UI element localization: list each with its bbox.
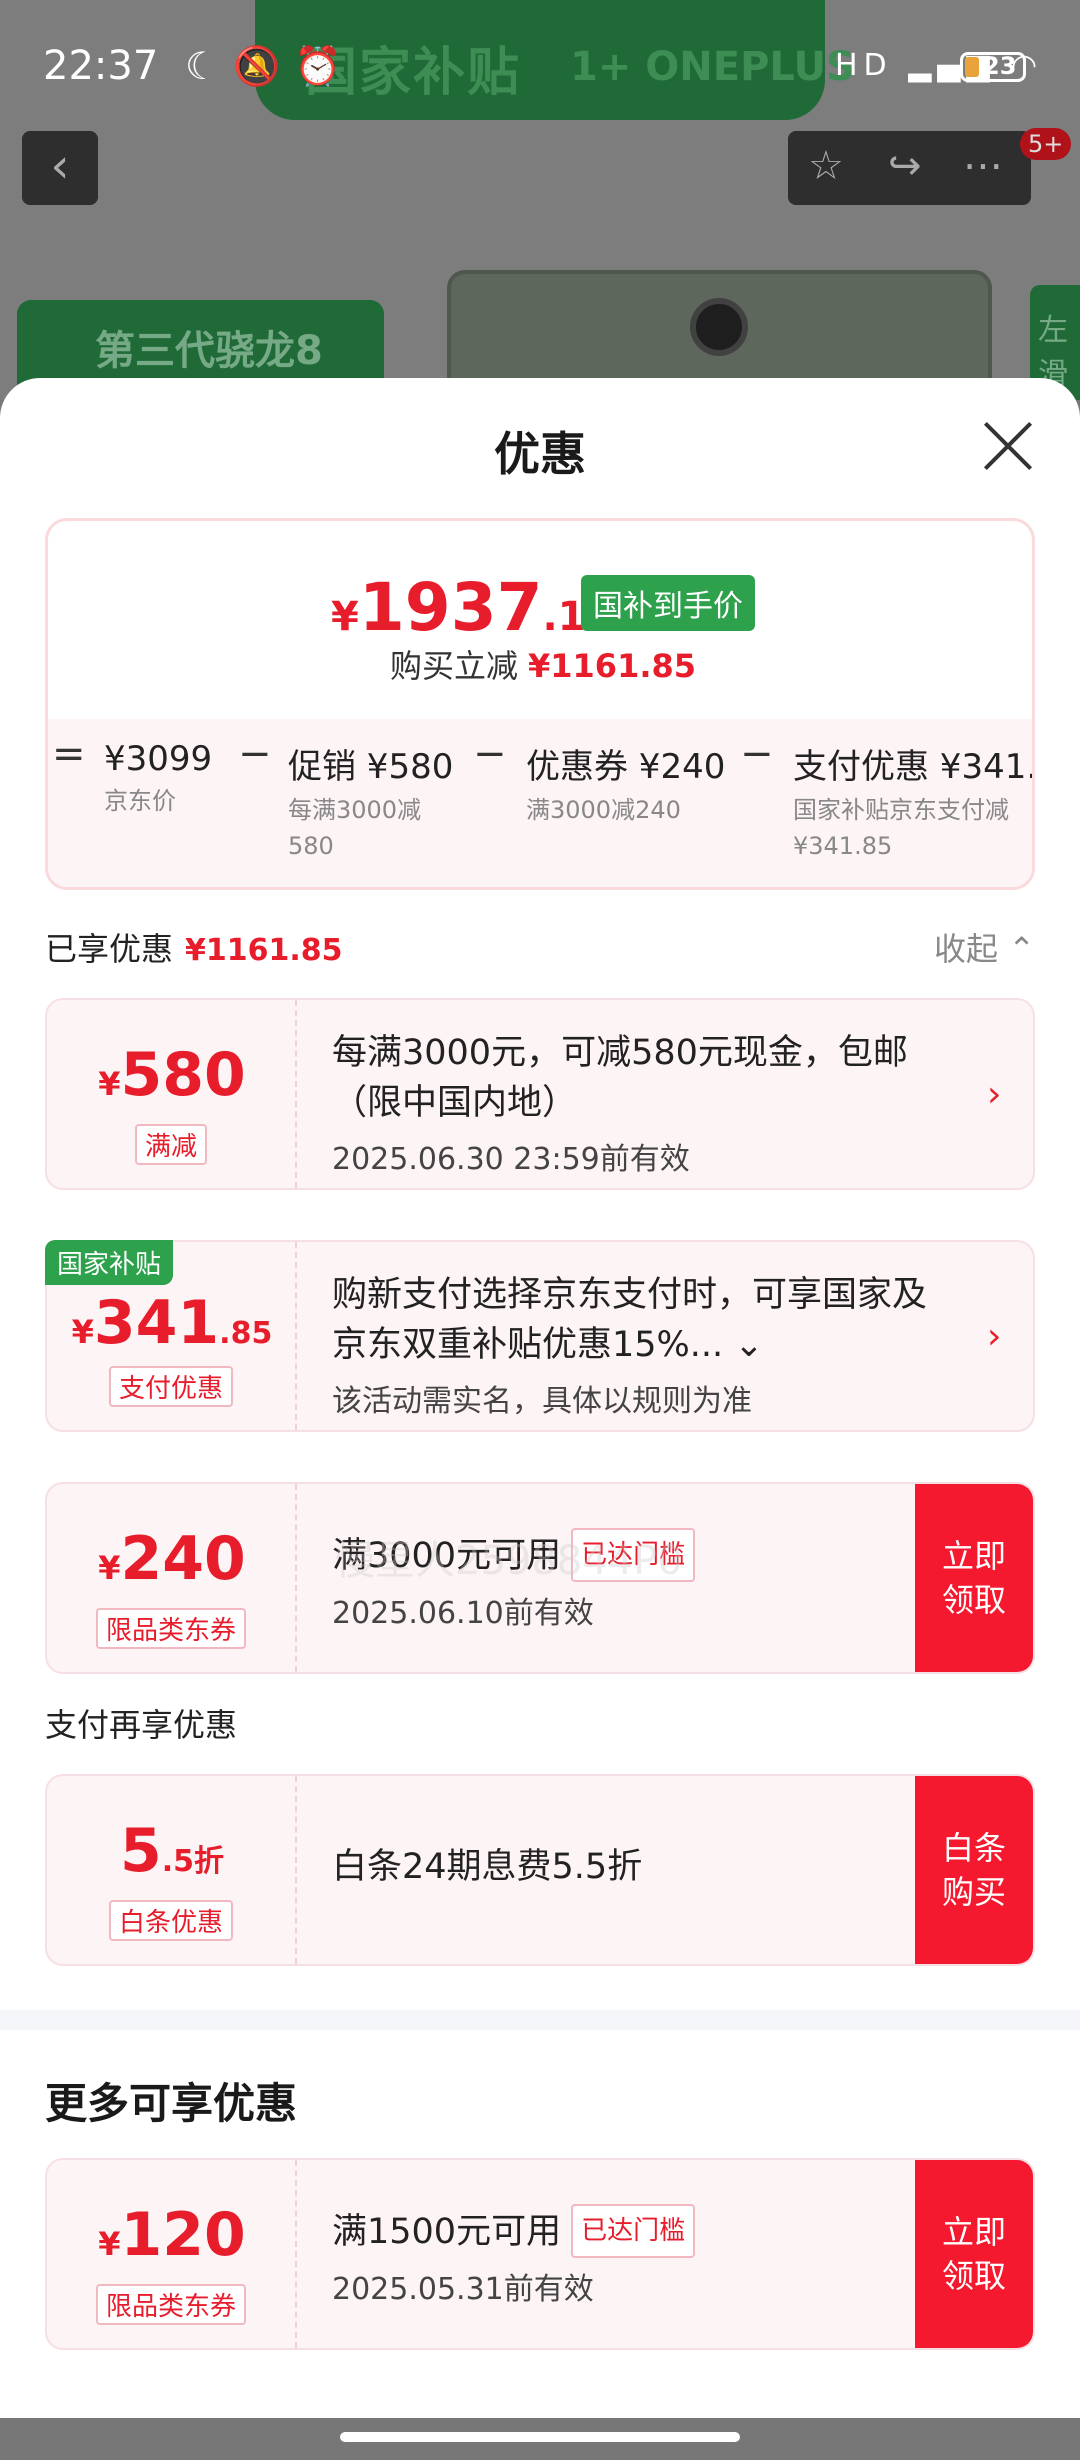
deal-type-tag: 白条优惠 (108, 1900, 233, 1941)
deal-validity: 2025.06.10前有效 (332, 1596, 594, 1631)
deal-validity: 2025.05.31前有效 (332, 2272, 594, 2307)
share-icon[interactable]: ↪ (888, 143, 922, 189)
deal-amount: ¥240 (98, 1524, 246, 1594)
deal-amount: ¥580 (98, 1040, 246, 1110)
baitiao-deal-card: 5.5折 白条优惠 白条24期息费5.5折 白条 购买 (45, 1774, 1035, 1966)
status-icons: ☾🔕⏰ (185, 44, 356, 88)
deal-card-payment[interactable]: ¥341.85 支付优惠 购新支付选择京东支付时，可享国家及京东双重补贴优惠15… (45, 1240, 1035, 1432)
coupon-card-120: ¥120 限品类东券 满1500元可用 已达门槛 2025.05.31前有效 立即… (45, 2158, 1035, 2350)
home-indicator-bar (0, 2418, 1080, 2460)
breakdown-item: ¥3099 京东价 (104, 739, 213, 815)
minus-sign: − (473, 731, 507, 777)
collapse-button[interactable]: 收起 ⌃ (934, 924, 1035, 970)
home-handle[interactable] (340, 2432, 740, 2442)
final-price: ¥1937.15 (331, 569, 614, 646)
claim-button[interactable]: 立即 领取 (915, 1484, 1033, 1672)
star-icon[interactable]: ☆ (808, 143, 844, 189)
price-summary-card: ¥1937.15 国补到手价 购买立减 ¥1161.85 = ¥3099 京东价 … (45, 518, 1035, 890)
deal-note: 该活动需实名，具体以规则为准 (332, 1384, 752, 1419)
deal-amount: ¥120 (98, 2200, 246, 2270)
back-button[interactable]: ‹ (22, 131, 98, 205)
chevron-right-icon[interactable]: › (987, 1074, 1001, 1115)
camera-image (690, 298, 748, 356)
chip-card-text: 第三代骁龙8 (95, 328, 323, 374)
deal-type-tag: 限品类东券 (95, 1608, 246, 1649)
minus-sign: − (238, 731, 272, 777)
watermark: 慢星人2598844P0 (335, 1538, 683, 1584)
minus-sign: − (740, 731, 774, 777)
status-bar: 22:37 ☾🔕⏰ HD ▂▄▆ ◠ 23 (0, 0, 1080, 130)
deal-type-tag: 支付优惠 (108, 1366, 233, 1407)
section-divider (0, 2010, 1080, 2030)
deal-type-tag: 满减 (134, 1124, 207, 1165)
baitiao-buy-button[interactable]: 白条 购买 (915, 1776, 1033, 1964)
sheet-title: 优惠 (494, 427, 586, 481)
deal-amount: ¥341.85 (71, 1288, 273, 1358)
chevron-right-icon[interactable]: › (987, 1316, 1001, 1357)
close-icon[interactable] (980, 418, 1036, 474)
breakdown-item: 优惠券 ¥240 满3000减240 (526, 747, 726, 824)
pay-section-label: 支付再享优惠 (45, 1706, 238, 1744)
claim-button[interactable]: 立即 领取 (915, 2160, 1033, 2348)
battery-icon: 23 (960, 52, 1026, 82)
clock: 22:37 (43, 43, 159, 89)
enjoyed-discount-row: 已享优惠 ¥1161.85 收起 ⌃ (45, 924, 1035, 974)
top-actions: ☆ ↪ ⋯ (788, 131, 1031, 205)
equals-sign: = (52, 731, 86, 777)
breakdown-item: 促销 ¥580 每满3000减 580 (288, 747, 454, 860)
reduce-line: 购买立减 ¥1161.85 (389, 647, 697, 685)
subsidy-price-tag: 国补到手价 (581, 575, 755, 631)
deal-card-full-reduction[interactable]: ¥580 满减 每满3000元，可减580元现金，包邮（限中国内地） 2025.… (45, 998, 1035, 1190)
more-discounts-title: 更多可享优惠 (45, 2079, 298, 2128)
chevron-left-icon: ‹ (50, 138, 70, 194)
more-icon[interactable]: ⋯ (963, 143, 1003, 189)
breakdown-item: 支付优惠 ¥341.85 国家补贴京东支付减 ¥341.85 (793, 747, 1035, 860)
discount-sheet: 优惠 ¥1937.15 国补到手价 购买立减 ¥1161.85 = ¥3099 京… (0, 378, 1080, 2460)
deal-title: 购新支付选择京东支付时，可享国家及京东双重补贴优惠15%... ⌄ (332, 1275, 928, 1365)
deal-title: 白条24期息费5.5折 (332, 1847, 643, 1887)
gov-subsidy-corner-tag: 国家补贴 (45, 1240, 174, 1285)
price-breakdown: = ¥3099 京东价 − 促销 ¥580 每满3000减 580 − 优惠券 … (48, 719, 1035, 887)
deal-title: 满1500元可用 已达门槛 (332, 2204, 952, 2258)
deal-type-tag: 限品类东券 (95, 2284, 246, 2325)
deal-validity: 2025.06.30 23:59前有效 (332, 1142, 690, 1177)
message-badge: 5+ (1020, 128, 1072, 160)
deal-title: 每满3000元，可减580元现金，包邮（限中国内地） (332, 1033, 908, 1123)
deal-amount: 5.5折 (119, 1816, 225, 1886)
threshold-tag: 已达门槛 (571, 2204, 696, 2258)
